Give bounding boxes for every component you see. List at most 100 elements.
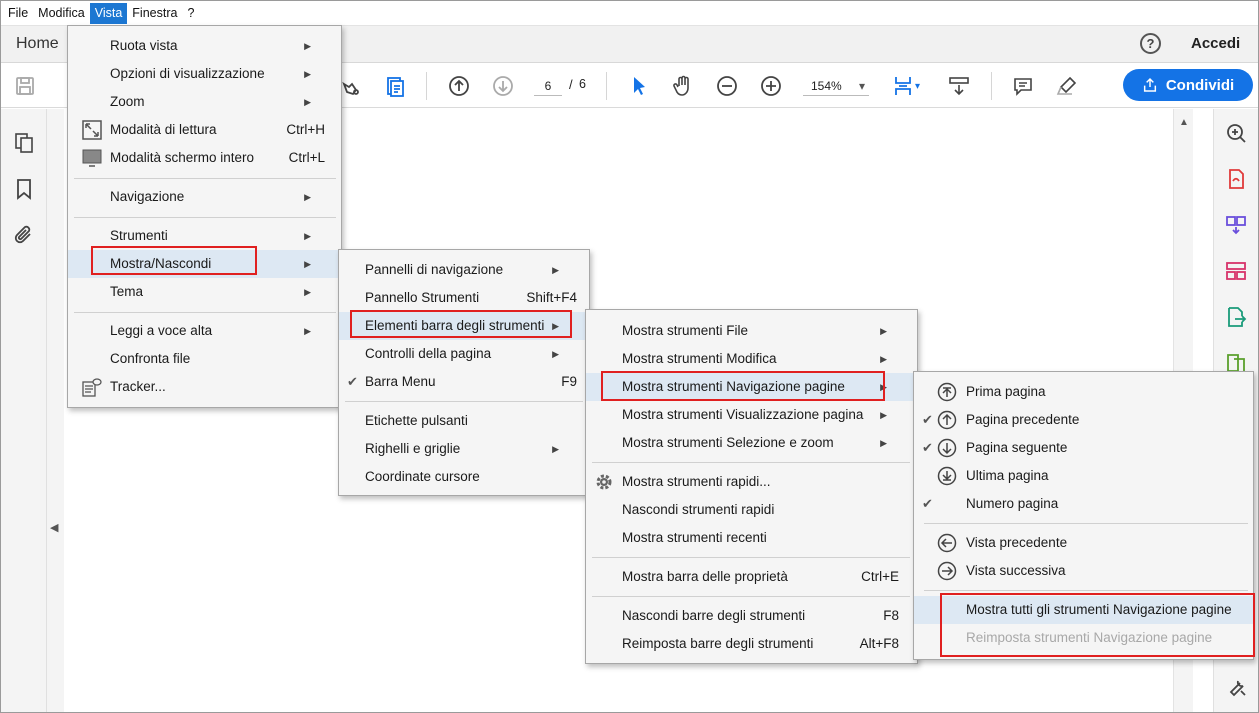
chevron-right-icon: ▶	[304, 259, 311, 269]
menu-item-controlli-pagina[interactable]: Controlli della pagina ▶	[339, 340, 589, 368]
menu-separator	[592, 462, 910, 463]
checkmark-icon: ✔	[347, 374, 358, 389]
menu-item-pannello-strumenti[interactable]: Pannello Strumenti Shift+F4	[339, 284, 589, 312]
search-zoom-icon[interactable]	[1224, 121, 1248, 145]
collapse-left-panel-icon[interactable]: ◀	[50, 521, 60, 534]
save-icon[interactable]	[11, 72, 39, 100]
previous-page-icon[interactable]	[445, 72, 473, 100]
tab-home[interactable]: Home	[16, 35, 59, 53]
menu-item-strumenti-modifica[interactable]: Mostra strumenti Modifica ▶	[586, 345, 917, 373]
zoom-level-dropdown[interactable]: 154%	[803, 76, 869, 96]
chevron-right-icon: ▶	[304, 97, 311, 107]
menu-item-modalita-lettura[interactable]: Modalità di lettura Ctrl+H	[68, 116, 341, 144]
scroll-up-icon[interactable]: ▲	[1179, 117, 1189, 128]
menu-separator	[924, 523, 1248, 524]
menu-item-ruota-vista[interactable]: Ruota vista ▶	[68, 32, 341, 60]
menu-item-nascondi-strumenti-rapidi[interactable]: Nascondi strumenti rapidi	[586, 496, 917, 524]
attachment-icon[interactable]	[12, 223, 36, 247]
combine-files-icon[interactable]	[1224, 213, 1248, 237]
menu-file[interactable]: File	[3, 3, 33, 24]
chevron-right-icon: ▶	[304, 192, 311, 202]
menu-help[interactable]: ?	[182, 3, 199, 24]
tools-wrench-icon[interactable]	[1224, 675, 1248, 699]
page-number-input[interactable]: 6	[534, 76, 562, 96]
organize-pages-icon[interactable]	[1224, 259, 1248, 283]
menu-item-tema[interactable]: Tema ▶	[68, 278, 341, 306]
back-arrow-icon	[937, 533, 957, 553]
menu-item-strumenti-recenti[interactable]: Mostra strumenti recenti	[586, 524, 917, 552]
next-page-icon	[937, 438, 957, 458]
zoom-in-icon[interactable]	[757, 72, 785, 100]
checkmark-icon: ✔	[922, 440, 933, 455]
bookmark-icon[interactable]	[12, 177, 36, 201]
menu-item-coordinate-cursore[interactable]: Coordinate cursore	[339, 463, 589, 491]
menu-item-zoom[interactable]: Zoom ▶	[68, 88, 341, 116]
menu-item-prima-pagina[interactable]: Prima pagina	[914, 378, 1253, 406]
chevron-right-icon: ▶	[304, 287, 311, 297]
menu-item-strumenti-selezione-zoom[interactable]: Mostra strumenti Selezione e zoom ▶	[586, 429, 917, 457]
tracker-icon	[82, 378, 102, 397]
fullscreen-monitor-icon	[82, 149, 102, 167]
menu-item-schermo-intero[interactable]: Modalità schermo intero Ctrl+L	[68, 144, 341, 172]
menu-elementi-barra-dropdown: Mostra strumenti File ▶ Mostra strumenti …	[585, 309, 918, 664]
menu-item-strumenti-visualizzazione[interactable]: Mostra strumenti Visualizzazione pagina ▶	[586, 401, 917, 429]
chevron-right-icon: ▶	[552, 444, 559, 454]
menu-item-navigazione[interactable]: Navigazione ▶	[68, 183, 341, 211]
menu-vista[interactable]: Vista	[89, 2, 128, 24]
menu-separator	[924, 590, 1248, 591]
comment-icon[interactable]	[1009, 72, 1037, 100]
menu-item-vista-successiva[interactable]: Vista successiva	[914, 557, 1253, 585]
pages-thumbnail-icon[interactable]	[12, 131, 36, 155]
menu-separator	[592, 557, 910, 558]
menu-item-righelli-griglie[interactable]: Righelli e griglie ▶	[339, 435, 589, 463]
scroll-mode-icon[interactable]	[945, 72, 973, 100]
zoom-out-icon[interactable]	[713, 72, 741, 100]
select-cursor-icon[interactable]	[625, 72, 653, 100]
next-page-icon[interactable]	[489, 72, 517, 100]
menu-item-ultima-pagina[interactable]: Ultima pagina	[914, 462, 1253, 490]
menu-item-confronta-file[interactable]: Confronta file	[68, 345, 341, 373]
chevron-right-icon: ▶	[304, 326, 311, 336]
fit-dropdown-icon[interactable]: ▾	[915, 81, 920, 92]
hand-tool-icon[interactable]	[669, 72, 697, 100]
share-button[interactable]: Condividi	[1123, 69, 1253, 101]
menu-item-barra-menu[interactable]: ✔ Barra Menu F9	[339, 368, 589, 396]
menu-vista-dropdown: Ruota vista ▶ Opzioni di visualizzazione ▶…	[67, 25, 342, 408]
menu-item-nascondi-barre[interactable]: Nascondi barre degli strumenti F8	[586, 602, 917, 630]
left-sidebar	[1, 109, 47, 712]
page-separator: /	[569, 77, 573, 92]
menu-item-barra-proprieta[interactable]: Mostra barra delle proprietà Ctrl+E	[586, 563, 917, 591]
menu-item-opzioni-visualizzazione[interactable]: Opzioni di visualizzazione ▶	[68, 60, 341, 88]
chevron-right-icon: ▶	[880, 326, 887, 336]
chevron-right-icon: ▶	[552, 265, 559, 275]
annotation-highlight-box	[601, 371, 885, 401]
highlight-pen-icon[interactable]	[1053, 72, 1081, 100]
menu-item-tracker[interactable]: Tracker...	[68, 373, 341, 401]
forward-arrow-icon	[937, 561, 957, 581]
menu-separator	[74, 217, 336, 218]
menu-item-pannelli-navigazione[interactable]: Pannelli di navigazione ▶	[339, 256, 589, 284]
fit-page-icon[interactable]	[889, 72, 917, 100]
menu-item-numero-pagina[interactable]: ✔ Numero pagina	[914, 490, 1253, 518]
acrobat-window: File Modifica Vista Finestra ? Home ? Ac…	[0, 0, 1259, 713]
menu-item-reimposta-barre[interactable]: Reimposta barre degli strumenti Alt+F8	[586, 630, 917, 658]
menu-finestra[interactable]: Finestra	[127, 3, 182, 24]
menu-item-leggi-voce-alta[interactable]: Leggi a voce alta ▶	[68, 317, 341, 345]
document-margin	[47, 109, 64, 712]
create-pdf-icon[interactable]	[1224, 167, 1248, 191]
chevron-right-icon: ▶	[880, 438, 887, 448]
page-total: 6	[579, 77, 586, 91]
menu-item-pagina-seguente[interactable]: ✔ Pagina seguente	[914, 434, 1253, 462]
sign-in-button[interactable]: Accedi	[1191, 35, 1240, 52]
menu-item-pagina-precedente[interactable]: ✔ Pagina precedente	[914, 406, 1253, 434]
menu-item-mostra-strumenti-rapidi[interactable]: Mostra strumenti rapidi...	[586, 468, 917, 496]
menu-item-vista-precedente[interactable]: Vista precedente	[914, 529, 1253, 557]
menu-mostra-nascondi-dropdown: Pannelli di navigazione ▶ Pannello Strume…	[338, 249, 590, 496]
help-icon[interactable]: ?	[1140, 33, 1161, 54]
menu-item-strumenti-file[interactable]: Mostra strumenti File ▶	[586, 317, 917, 345]
export-pdf-icon[interactable]	[1224, 305, 1248, 329]
menu-modifica[interactable]: Modifica	[33, 3, 90, 24]
menu-item-etichette-pulsanti[interactable]: Etichette pulsanti	[339, 407, 589, 435]
separator	[426, 72, 427, 100]
document-icon[interactable]	[381, 72, 409, 100]
